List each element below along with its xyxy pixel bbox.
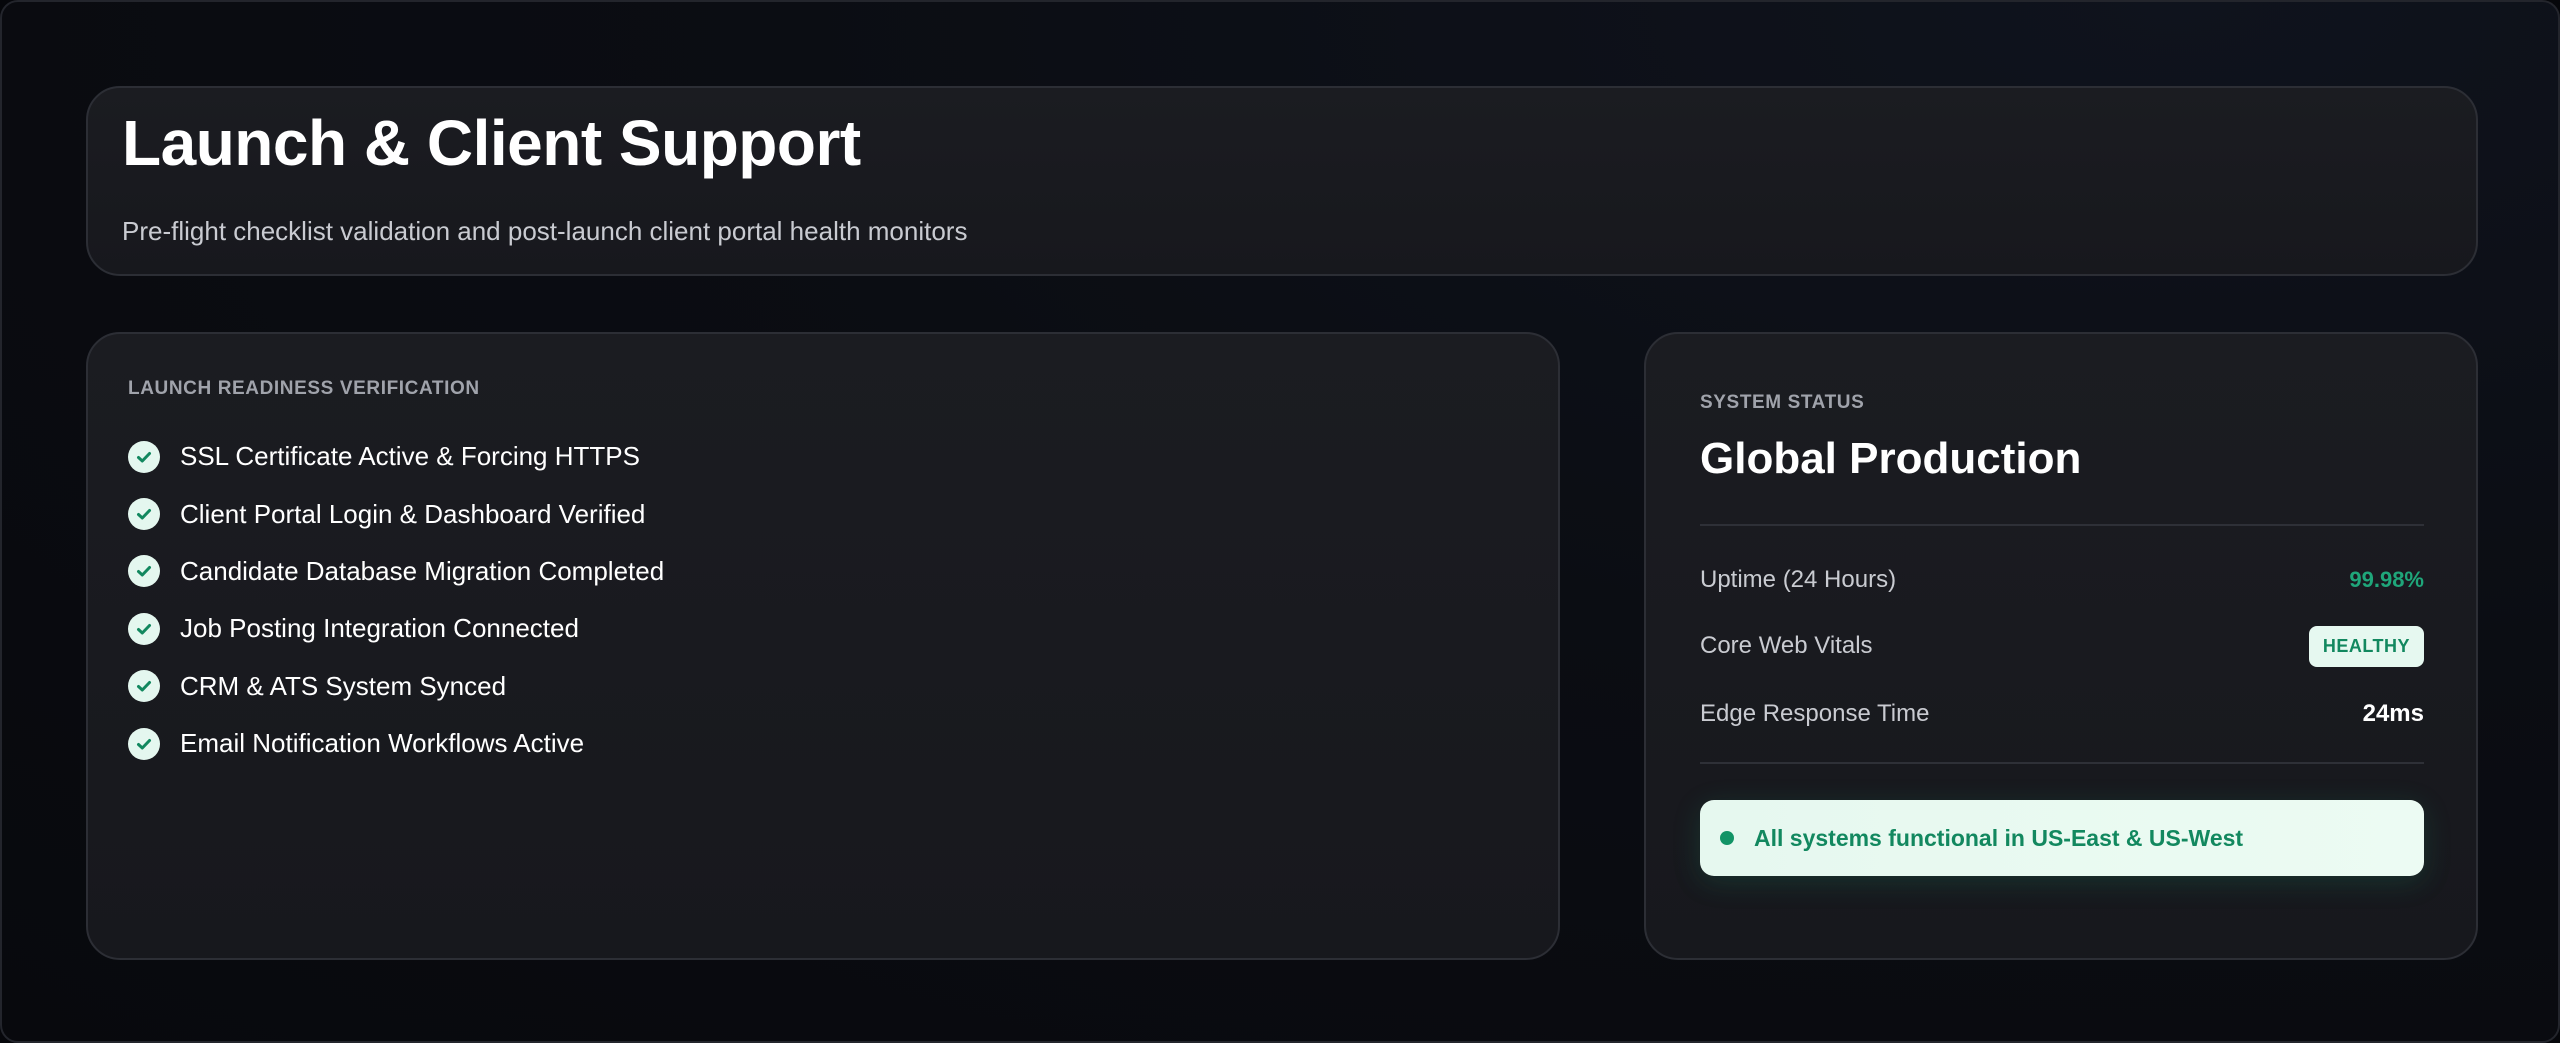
checklist-item-label: Candidate Database Migration Completed	[180, 555, 665, 586]
metric-core-web-vitals: Core Web Vitals HEALTHY	[1700, 625, 2424, 667]
metric-uptime: Uptime (24 Hours) 99.98%	[1700, 560, 2424, 600]
app-window: Launch & Client Support Pre-flight check…	[0, 0, 2560, 1043]
checklist-item-label: SSL Certificate Active & Forcing HTTPS	[180, 441, 640, 472]
checklist-item-label: CRM & ATS System Synced	[180, 670, 507, 701]
page-header-card: Launch & Client Support Pre-flight check…	[86, 86, 2478, 276]
metric-label: Core Web Vitals	[1700, 632, 1873, 659]
check-circle-icon	[128, 727, 160, 760]
checklist-item: SSL Certificate Active & Forcing HTTPS	[128, 428, 664, 485]
metric-edge-response-time: Edge Response Time 24ms	[1700, 694, 2424, 734]
system-status-card: SYSTEM STATUS Global Production Uptime (…	[1644, 332, 2478, 960]
checklist-item-label: Client Portal Login & Dashboard Verified	[180, 498, 646, 529]
check-circle-icon	[128, 670, 160, 703]
divider	[1700, 762, 2424, 764]
checklist: SSL Certificate Active & Forcing HTTPS C…	[128, 428, 664, 772]
status-heading: Global Production	[1700, 434, 2082, 483]
checklist-item: Email Notification Workflows Active	[128, 715, 664, 772]
metric-value: 99.98%	[2349, 567, 2424, 592]
page-subtitle: Pre-flight checklist validation and post…	[122, 216, 968, 246]
metric-label: Uptime (24 Hours)	[1700, 566, 1897, 593]
checklist-item-label: Job Posting Integration Connected	[180, 613, 579, 644]
check-circle-icon	[128, 612, 160, 645]
check-circle-icon	[128, 498, 160, 531]
page-title: Launch & Client Support	[122, 107, 861, 179]
checklist-section-label: LAUNCH READINESS VERIFICATION	[128, 378, 480, 399]
check-circle-icon	[128, 440, 160, 473]
check-circle-icon	[128, 555, 160, 588]
checklist-item: Job Posting Integration Connected	[128, 600, 664, 657]
checklist-item: Client Portal Login & Dashboard Verified	[128, 485, 664, 542]
metric-value: 24ms	[2362, 700, 2424, 727]
status-dot-icon	[1720, 831, 1734, 845]
status-section-label: SYSTEM STATUS	[1700, 392, 1865, 413]
launch-readiness-card: LAUNCH READINESS VERIFICATION SSL Certif…	[86, 332, 1560, 960]
checklist-item-label: Email Notification Workflows Active	[180, 728, 585, 759]
checklist-item: CRM & ATS System Synced	[128, 658, 664, 715]
status-banner: All systems functional in US-East & US-W…	[1700, 800, 2424, 876]
checklist-item: Candidate Database Migration Completed	[128, 543, 664, 600]
status-banner-text: All systems functional in US-East & US-W…	[1754, 824, 2244, 851]
divider	[1700, 524, 2424, 526]
metric-label: Edge Response Time	[1700, 700, 1930, 727]
status-badge: HEALTHY	[2308, 625, 2424, 667]
